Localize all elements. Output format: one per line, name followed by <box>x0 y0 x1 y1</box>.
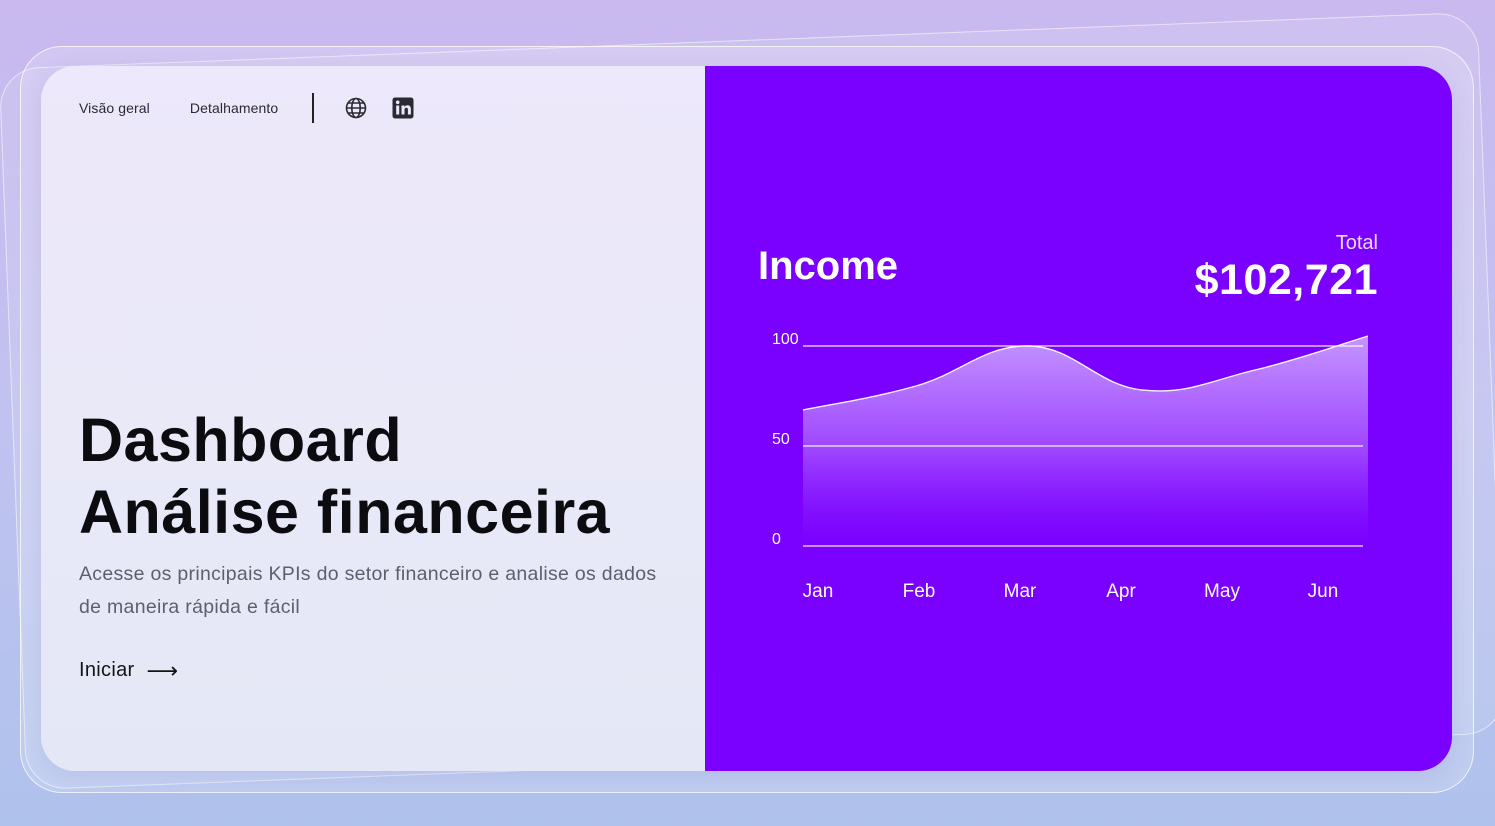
nav-visao-geral[interactable]: Visão geral <box>79 100 150 116</box>
x-tick-label-mar: Mar <box>1004 581 1037 602</box>
income-chart: 0 50 100 Jan Feb Mar Apr May Jun <box>772 331 1369 602</box>
linkedin-icon[interactable] <box>391 96 415 120</box>
x-tick-label-feb: Feb <box>903 581 936 602</box>
nav-divider <box>312 93 314 123</box>
y-tick-label-50: 50 <box>772 431 790 448</box>
x-tick-label-may: May <box>1204 581 1240 602</box>
nav-detalhamento[interactable]: Detalhamento <box>190 100 278 116</box>
globe-icon[interactable] <box>344 96 368 120</box>
income-panel: Income Total $102,721 0 50 100 Jan Feb Mar Apr… <box>705 66 1452 771</box>
arrow-right-icon: ⟶ <box>146 657 179 683</box>
page-title: Dashboard Análise financeira <box>79 404 610 548</box>
y-tick-label-100: 100 <box>772 331 799 348</box>
top-nav: Visão geral Detalhamento <box>79 92 415 124</box>
title-line-2: Análise financeira <box>79 478 611 546</box>
x-tick-label-apr: Apr <box>1106 581 1136 602</box>
intro-panel: Visão geral Detalhamento Dashboard Análi… <box>41 66 705 771</box>
income-area <box>803 336 1368 546</box>
x-tick-label-jun: Jun <box>1308 581 1339 602</box>
y-tick-label-0: 0 <box>772 531 781 548</box>
hero-card: Visão geral Detalhamento Dashboard Análi… <box>41 66 1452 771</box>
x-tick-label-jan: Jan <box>803 581 834 602</box>
hero-description: Acesse os principais KPIs do setor finan… <box>79 563 657 618</box>
title-line-1: Dashboard <box>79 406 403 474</box>
start-button-label: Iniciar <box>79 659 135 681</box>
start-button[interactable]: Iniciar ⟶ <box>79 659 178 682</box>
